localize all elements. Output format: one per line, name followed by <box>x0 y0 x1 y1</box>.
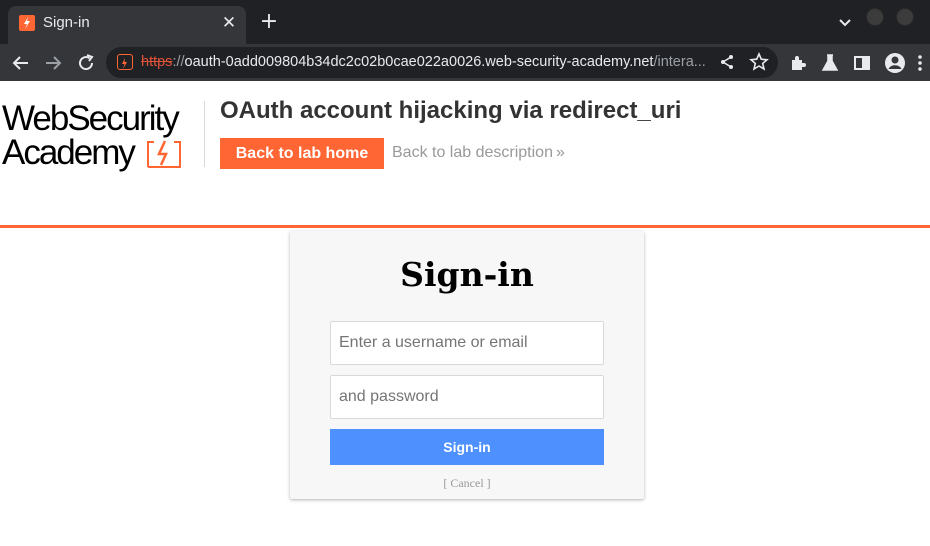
profile-avatar-icon[interactable] <box>883 51 907 75</box>
side-panel-icon[interactable] <box>850 51 874 75</box>
username-input[interactable] <box>330 321 604 365</box>
url-host: oauth-0add009804b34dc2c02b0cae022a0026.w… <box>184 54 654 70</box>
back-to-lab-description-link[interactable]: Back to lab description» <box>392 144 565 162</box>
bookmark-star-icon[interactable] <box>747 50 771 74</box>
site-info-icon[interactable] <box>117 54 133 70</box>
web-security-academy-logo[interactable]: WebSecurity Academy <box>2 99 202 177</box>
browser-tab[interactable]: Sign-in ✕ <box>8 6 246 44</box>
extensions-puzzle-icon[interactable] <box>786 51 810 75</box>
menu-kebab-icon[interactable] <box>908 51 930 75</box>
url-path: /intera... <box>653 54 706 70</box>
new-tab-button[interactable]: + <box>258 10 280 34</box>
page-content: WebSecurity Academy OAuth account hijack… <box>0 81 930 546</box>
lab-title: OAuth account hijacking via redirect_uri <box>220 97 682 124</box>
lightning-bolt-icon <box>147 137 181 171</box>
window-maximize-button[interactable] <box>896 8 914 26</box>
url-separator: :// <box>172 54 185 70</box>
url-text: https://oauth-0add009804b34dc2c02b0cae02… <box>141 54 709 70</box>
back-to-lab-description-label: Back to lab description <box>392 144 553 161</box>
logo-line-1: WebSecurity <box>2 99 180 138</box>
browser-toolbar: https://oauth-0add009804b34dc2c02b0cae02… <box>0 44 930 81</box>
labs-flask-icon[interactable] <box>818 51 842 75</box>
reload-icon[interactable] <box>74 51 98 75</box>
tab-search-chevron-icon[interactable] <box>835 12 855 32</box>
address-bar[interactable]: https://oauth-0add009804b34dc2c02b0cae02… <box>106 47 778 78</box>
forward-arrow-icon[interactable] <box>41 51 65 75</box>
login-title: Sign-in <box>400 255 534 294</box>
sign-in-button[interactable]: Sign-in <box>330 429 604 465</box>
tab-title: Sign-in <box>43 14 90 31</box>
share-icon[interactable] <box>715 50 739 74</box>
back-to-lab-home-button[interactable]: Back to lab home <box>220 138 384 169</box>
url-scheme: https <box>141 54 173 70</box>
back-arrow-icon[interactable] <box>9 51 33 75</box>
window-minimize-button[interactable] <box>866 8 884 26</box>
academy-favicon-icon <box>19 15 35 31</box>
cancel-link[interactable]: [ Cancel ] <box>290 476 644 491</box>
tab-strip: Sign-in ✕ + <box>0 0 930 44</box>
double-chevron-right-icon: » <box>555 144 565 161</box>
password-input[interactable] <box>330 375 604 419</box>
header-rule <box>0 225 930 228</box>
header-divider <box>204 101 205 167</box>
close-tab-icon[interactable]: ✕ <box>220 14 238 32</box>
login-card: Sign-in Sign-in [ Cancel ] <box>290 231 644 499</box>
logo-line-2: Academy <box>2 133 136 172</box>
